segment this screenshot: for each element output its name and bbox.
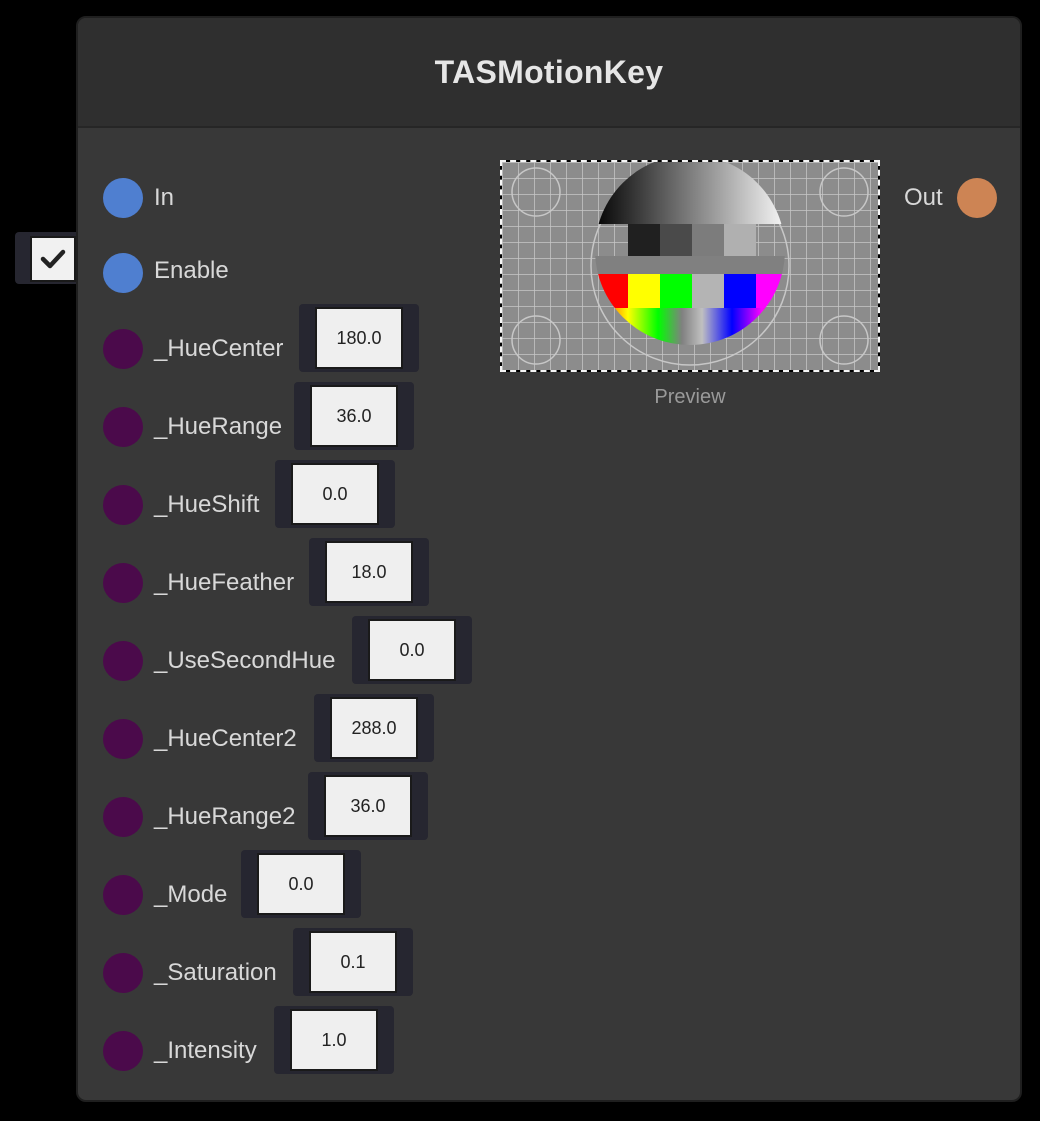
huecenter-port-connector[interactable] [103,329,143,369]
huefeather-field-container: 18.0 [309,538,429,606]
intensity-field-container: 1.0 [274,1006,394,1074]
usesecondhue-field-container: 0.0 [352,616,472,684]
node-title: TASMotionKey [434,53,664,90]
huecenter2-input[interactable]: 288.0 [330,697,418,759]
hueshift-port-connector[interactable] [103,485,143,525]
huecenter-label: _HueCenter [154,335,284,362]
intensity-input[interactable]: 1.0 [290,1009,378,1071]
huerange-field-container: 36.0 [294,382,414,450]
checkmark-icon [40,249,66,269]
usesecondhue-input[interactable]: 0.0 [368,619,456,681]
huerange2-input[interactable]: 36.0 [324,775,412,837]
huerange2-label: _HueRange2 [154,803,296,830]
preview-image [500,155,880,372]
huecenter2-label: _HueCenter2 [154,725,297,752]
huecenter-field-container: 180.0 [299,304,419,372]
intensity-port-connector[interactable] [103,1031,143,1071]
mode-field-container: 0.0 [241,850,361,918]
enable-port-label: Enable [154,257,229,284]
in-port-connector[interactable] [103,178,143,218]
huecenter2-port-connector[interactable] [103,719,143,759]
huecenter-input[interactable]: 180.0 [315,307,403,369]
test-pattern-image [502,155,878,370]
huerange-port-connector[interactable] [103,407,143,447]
huefeather-input[interactable]: 18.0 [325,541,413,603]
hueshift-label: _HueShift [154,491,260,518]
mode-port-connector[interactable] [103,875,143,915]
huerange2-port-connector[interactable] [103,797,143,837]
mode-input[interactable]: 0.0 [257,853,345,915]
huefeather-port-connector[interactable] [103,563,143,603]
enable-checkbox[interactable] [30,236,76,282]
saturation-port-connector[interactable] [103,953,143,993]
mode-label: _Mode [154,881,228,908]
hueshift-input[interactable]: 0.0 [291,463,379,525]
usesecondhue-port-connector[interactable] [103,641,143,681]
intensity-label: _Intensity [154,1037,257,1064]
saturation-label: _Saturation [154,959,277,986]
node-header[interactable]: TASMotionKey [78,18,1020,128]
huerange-label: _HueRange [154,413,283,440]
out-port-label: Out [904,184,943,211]
preview-label: Preview [654,386,726,408]
huerange2-field-container: 36.0 [308,772,428,840]
huecenter2-field-container: 288.0 [314,694,434,762]
out-port-connector[interactable] [957,178,997,218]
saturation-input[interactable]: 0.1 [309,931,397,993]
usesecondhue-label: _UseSecondHue [154,647,336,674]
enable-port-connector[interactable] [103,253,143,293]
out-port: Out [904,168,1004,228]
in-port-label: In [154,184,175,211]
hueshift-field-container: 0.0 [275,460,395,528]
huefeather-label: _HueFeather [154,569,295,596]
huerange-input[interactable]: 36.0 [310,385,398,447]
saturation-field-container: 0.1 [293,928,413,996]
